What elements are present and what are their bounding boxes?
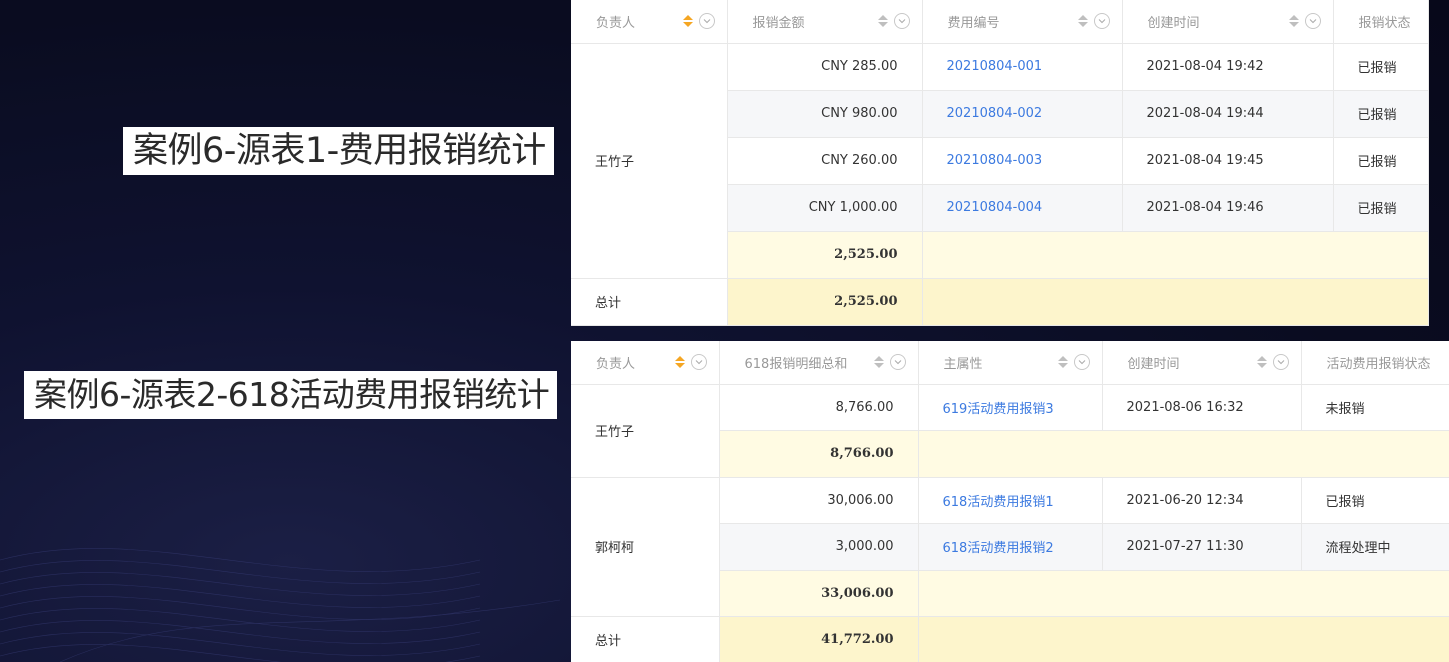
subtotal-value: 33,006.00 — [719, 570, 919, 617]
sort-icon[interactable] — [1288, 15, 1299, 28]
status-cell: 未报销 — [1301, 384, 1449, 431]
amount-cell: CNY 1,000.00 — [727, 184, 923, 232]
table-row: 郭柯柯 30,006.00 618活动费用报销1 2021-06-20 12:3… — [571, 477, 1449, 617]
amount-cell: CNY 285.00 — [727, 43, 923, 91]
chevron-down-icon[interactable] — [889, 354, 906, 371]
total-label: 总计 — [571, 616, 720, 662]
sort-icon[interactable] — [674, 356, 685, 369]
total-value: 2,525.00 — [727, 278, 923, 326]
table-header-row: 负责人 报销金额 费用编号 创建时间 报销状态 — [571, 0, 1429, 44]
status-cell: 已报销 — [1301, 477, 1449, 524]
sort-icon[interactable] — [873, 356, 884, 369]
amount-cell: 8,766.00 — [719, 384, 919, 431]
amount-cell: CNY 980.00 — [727, 90, 923, 138]
column-header-time[interactable]: 创建时间 — [1102, 341, 1302, 385]
sort-icon[interactable] — [1256, 356, 1267, 369]
code-link[interactable]: 20210804-003 — [922, 137, 1123, 185]
group-owner-cell: 王竹子 — [571, 384, 720, 478]
total-label: 总计 — [571, 278, 728, 326]
time-cell: 2021-08-06 16:32 — [1102, 384, 1302, 431]
total-value: 41,772.00 — [719, 616, 919, 662]
column-header-owner[interactable]: 负责人 — [571, 0, 728, 44]
subtotal-value: 8,766.00 — [719, 430, 919, 478]
column-header-owner[interactable]: 负责人 — [571, 341, 720, 385]
time-cell: 2021-08-04 19:45 — [1122, 137, 1334, 185]
sort-icon[interactable] — [1057, 356, 1068, 369]
column-header-code[interactable]: 费用编号 — [922, 0, 1123, 44]
table-header-row: 负责人 618报销明细总和 主属性 创建时间 活动费用报销状态 — [571, 341, 1449, 385]
code-link[interactable]: 20210804-001 — [922, 43, 1123, 91]
expense-table-1: 负责人 报销金额 费用编号 创建时间 报销状态 王竹子 CNY 285.00 2… — [571, 0, 1429, 326]
chevron-down-icon[interactable] — [1304, 13, 1321, 30]
time-cell: 2021-08-04 19:42 — [1122, 43, 1334, 91]
chevron-down-icon[interactable] — [1073, 354, 1090, 371]
case2-title: 案例6-源表2-618活动费用报销统计 — [24, 371, 558, 419]
case1-title: 案例6-源表1-费用报销统计 — [123, 127, 554, 175]
amount-cell: 30,006.00 — [719, 477, 919, 524]
code-link[interactable]: 20210804-002 — [922, 90, 1123, 138]
status-cell: 已报销 — [1333, 184, 1429, 232]
total-row: 总计 2,525.00 — [571, 278, 1429, 326]
chevron-down-icon[interactable] — [690, 354, 707, 371]
group-owner-cell: 郭柯柯 — [571, 477, 720, 617]
table-row: 王竹子 CNY 285.00 20210804-001 2021-08-04 1… — [571, 43, 1429, 279]
column-header-amount[interactable]: 报销金额 — [727, 0, 923, 44]
status-cell: 已报销 — [1333, 90, 1429, 138]
amount-cell: 3,000.00 — [719, 523, 919, 571]
expense-table-2: 负责人 618报销明细总和 主属性 创建时间 活动费用报销状态 王竹子 8,76… — [571, 341, 1449, 662]
column-header-attribute[interactable]: 主属性 — [918, 341, 1103, 385]
chevron-down-icon[interactable] — [698, 13, 715, 30]
total-row: 总计 41,772.00 — [571, 616, 1449, 662]
chevron-down-icon[interactable] — [1272, 354, 1289, 371]
column-header-status[interactable]: 活动费用报销状态 — [1301, 341, 1449, 385]
amount-cell: CNY 260.00 — [727, 137, 923, 185]
chevron-down-icon[interactable] — [893, 13, 910, 30]
status-cell: 已报销 — [1333, 43, 1429, 91]
time-cell: 2021-07-27 11:30 — [1102, 523, 1302, 571]
chevron-down-icon[interactable] — [1093, 13, 1110, 30]
subtotal-value: 2,525.00 — [727, 231, 923, 279]
status-cell: 已报销 — [1333, 137, 1429, 185]
column-header-amount[interactable]: 618报销明细总和 — [719, 341, 919, 385]
time-cell: 2021-08-04 19:46 — [1122, 184, 1334, 232]
sort-icon[interactable] — [1077, 15, 1088, 28]
attribute-link[interactable]: 618活动费用报销2 — [918, 523, 1103, 571]
sort-icon[interactable] — [682, 15, 693, 28]
status-cell: 流程处理中 — [1301, 523, 1449, 571]
attribute-link[interactable]: 619活动费用报销3 — [918, 384, 1103, 431]
time-cell: 2021-08-04 19:44 — [1122, 90, 1334, 138]
column-header-time[interactable]: 创建时间 — [1122, 0, 1334, 44]
group-owner-cell: 王竹子 — [571, 43, 728, 279]
column-header-status[interactable]: 报销状态 — [1333, 0, 1429, 44]
sort-icon[interactable] — [877, 15, 888, 28]
code-link[interactable]: 20210804-004 — [922, 184, 1123, 232]
time-cell: 2021-06-20 12:34 — [1102, 477, 1302, 524]
attribute-link[interactable]: 618活动费用报销1 — [918, 477, 1103, 524]
table-row: 王竹子 8,766.00 619活动费用报销3 2021-08-06 16:32… — [571, 384, 1449, 478]
